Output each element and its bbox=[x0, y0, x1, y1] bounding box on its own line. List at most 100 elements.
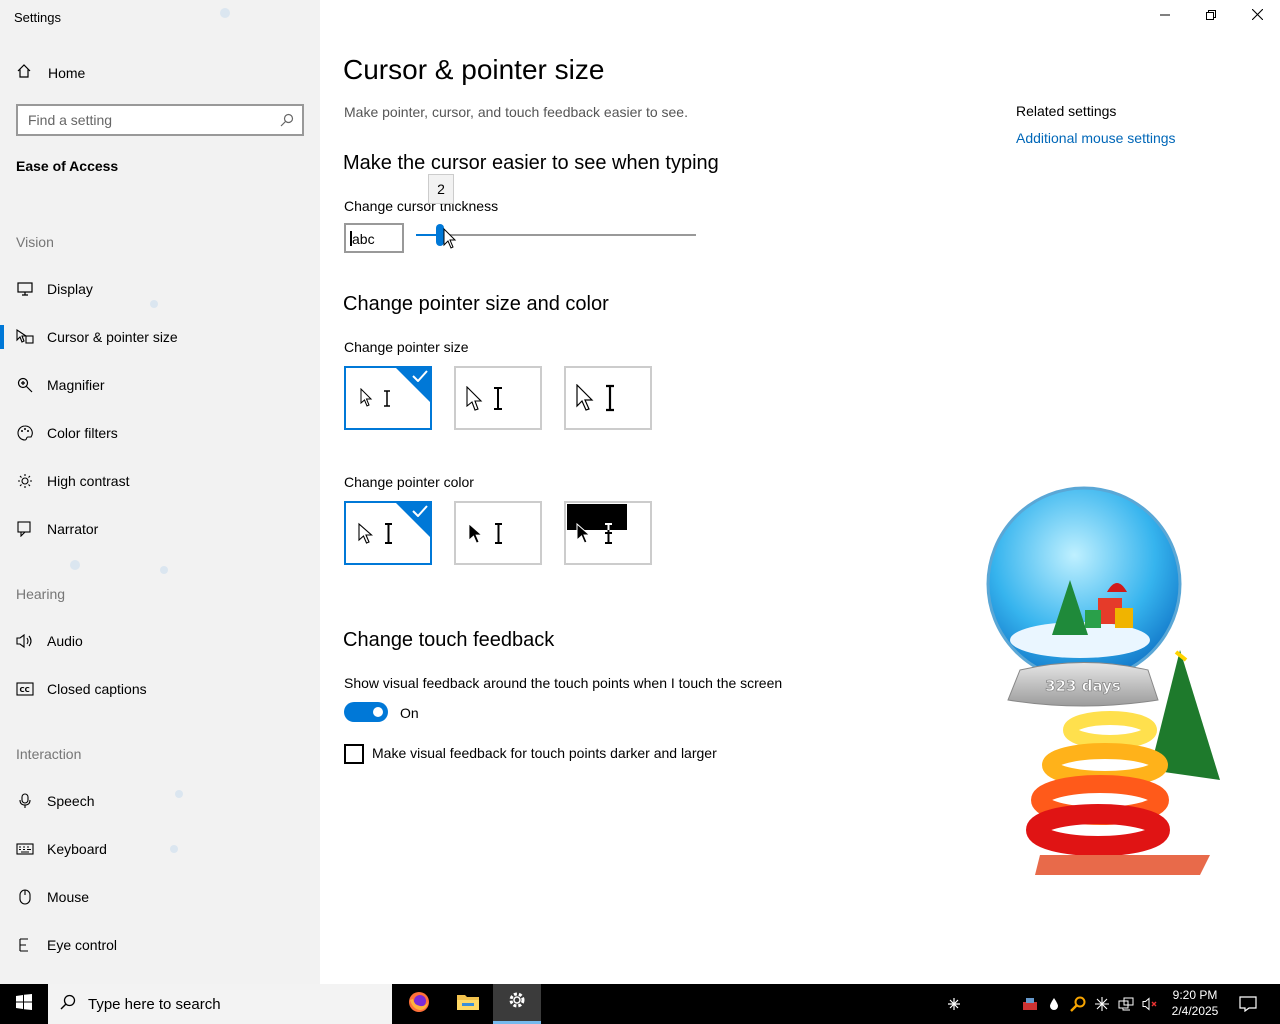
taskbar-settings[interactable] bbox=[493, 984, 541, 1024]
snowflake-tray-icon[interactable] bbox=[946, 996, 962, 1012]
white-pointer-icon bbox=[576, 384, 614, 412]
sidebar-item-label: High contrast bbox=[47, 473, 130, 489]
taskbar-clock[interactable]: 9:20 PM 2/4/2025 bbox=[1166, 987, 1224, 1019]
related-settings-heading: Related settings bbox=[1016, 103, 1117, 119]
sidebar-item-magnifier[interactable]: Magnifier bbox=[0, 367, 320, 403]
close-icon bbox=[1251, 7, 1263, 25]
sparkle-tray-icon[interactable] bbox=[1094, 996, 1110, 1012]
eye-icon bbox=[16, 936, 34, 954]
sidebar-item-display[interactable]: Display bbox=[0, 271, 320, 307]
cc-icon: CC bbox=[16, 680, 34, 698]
pointer-color-option-inverted[interactable] bbox=[564, 501, 652, 565]
page-title: Cursor & pointer size bbox=[343, 54, 605, 85]
close-button[interactable] bbox=[1234, 0, 1280, 32]
touch-feedback-toggle[interactable] bbox=[344, 702, 388, 722]
clock-time: 9:20 PM bbox=[1172, 988, 1218, 1002]
sidebar-item-label: Mouse bbox=[47, 889, 90, 905]
microphone-icon bbox=[16, 792, 34, 810]
home-button[interactable]: Home bbox=[16, 62, 85, 84]
toggle-state-label: On bbox=[400, 705, 419, 721]
monitor-icon bbox=[16, 280, 34, 298]
sidebar-item-mouse[interactable]: Mouse bbox=[0, 879, 320, 915]
thickness-label: Change cursor thickness bbox=[344, 198, 499, 214]
find-setting-search bbox=[16, 104, 304, 136]
group-label-vision: Vision bbox=[16, 234, 54, 250]
network-icon[interactable] bbox=[1118, 996, 1134, 1012]
restore-icon bbox=[1206, 7, 1216, 25]
pointer-color-option-white[interactable] bbox=[344, 501, 432, 565]
sidebar-item-speech[interactable]: Speech bbox=[0, 783, 320, 819]
group-label-interaction: Interaction bbox=[16, 746, 82, 762]
sidebar-item-high-contrast[interactable]: High contrast bbox=[0, 463, 320, 499]
taskbar-firefox[interactable] bbox=[395, 984, 443, 1024]
snowflake-decoration bbox=[170, 845, 178, 853]
checkbox-label: Make visual feedback for touch points da… bbox=[372, 745, 717, 761]
sidebar-item-eye-control[interactable]: Eye control bbox=[0, 927, 320, 963]
sidebar-item-label: Cursor & pointer size bbox=[47, 329, 178, 345]
section-title: Ease of Access bbox=[16, 158, 119, 174]
snowflake-decoration bbox=[70, 560, 80, 570]
group-label-hearing: Hearing bbox=[16, 586, 66, 602]
clock-date: 2/4/2025 bbox=[1171, 1004, 1219, 1018]
snowflake-decoration bbox=[160, 566, 168, 574]
search-icon[interactable] bbox=[280, 113, 294, 132]
sidebar-item-label: Keyboard bbox=[47, 841, 107, 857]
sidebar-item-keyboard[interactable]: Keyboard bbox=[0, 831, 320, 867]
sidebar-item-label: Audio bbox=[47, 633, 83, 649]
sidebar-item-label: Magnifier bbox=[47, 377, 105, 393]
restore-button[interactable] bbox=[1188, 0, 1234, 32]
pointer-size-label: Change pointer size bbox=[344, 339, 469, 355]
taskbar-search-placeholder: Type here to search bbox=[88, 995, 221, 1013]
cursor-thickness-preview: abc bbox=[344, 223, 404, 253]
cursor-thickness-slider[interactable] bbox=[416, 224, 696, 248]
pointer-size-option-small[interactable] bbox=[344, 366, 432, 430]
pointer-color-option-black[interactable] bbox=[454, 501, 542, 565]
windows-logo-icon bbox=[15, 993, 33, 1016]
brightness-icon bbox=[16, 472, 34, 490]
minimize-button[interactable] bbox=[1142, 0, 1188, 32]
taskbar: Type here to search 9:20 PM 2/4/2025 bbox=[0, 984, 1280, 1024]
sidebar-item-label: Display bbox=[47, 281, 93, 297]
cursor-pointer-icon bbox=[16, 328, 34, 346]
taskbar-file-explorer[interactable] bbox=[444, 984, 492, 1024]
sidebar-item-label: Narrator bbox=[47, 521, 99, 537]
inverted-pointer-icon bbox=[576, 522, 612, 544]
search-input[interactable] bbox=[28, 112, 268, 128]
sidebar-item-closed-captions[interactable]: CC Closed captions bbox=[0, 671, 320, 707]
toggle-knob bbox=[373, 707, 383, 717]
pointer-color-label: Change pointer color bbox=[344, 474, 474, 490]
sidebar-item-narrator[interactable]: Narrator bbox=[0, 511, 320, 547]
slider-track bbox=[416, 234, 696, 236]
mouse-pointer-icon bbox=[443, 228, 457, 249]
droplet-tray-icon[interactable] bbox=[1046, 996, 1062, 1012]
snowflake-decoration bbox=[175, 790, 183, 798]
volume-muted-icon[interactable] bbox=[1142, 996, 1158, 1012]
black-pointer-icon bbox=[468, 523, 502, 544]
slider-value-tooltip: 2 bbox=[428, 174, 454, 204]
sidebar-item-cursor-pointer-size[interactable]: Cursor & pointer size bbox=[0, 319, 320, 355]
sidebar-item-color-filters[interactable]: Color filters bbox=[0, 415, 320, 451]
folder-icon bbox=[456, 992, 480, 1017]
sidebar-item-audio[interactable]: Audio bbox=[0, 623, 320, 659]
darker-larger-checkbox[interactable] bbox=[344, 744, 364, 764]
additional-mouse-settings-link[interactable]: Additional mouse settings bbox=[1016, 130, 1176, 146]
notification-center-button[interactable] bbox=[1239, 995, 1257, 1013]
search-icon bbox=[60, 994, 76, 1015]
checkmark-icon bbox=[412, 505, 428, 517]
tray-app-icon[interactable] bbox=[1022, 996, 1038, 1012]
minimize-icon bbox=[1160, 7, 1170, 25]
pointer-size-option-medium[interactable] bbox=[454, 366, 542, 430]
taskbar-search[interactable]: Type here to search bbox=[48, 984, 392, 1024]
gear-icon bbox=[507, 990, 527, 1015]
sidebar-item-label: Closed captions bbox=[47, 681, 147, 697]
preview-text: abc bbox=[352, 231, 375, 247]
start-button[interactable] bbox=[0, 984, 48, 1024]
home-label: Home bbox=[48, 65, 86, 81]
pointer-size-option-large[interactable] bbox=[564, 366, 652, 430]
snowflake-decoration bbox=[150, 300, 158, 308]
snow-globe-widget: 323 days bbox=[986, 486, 1220, 875]
search-tray-icon[interactable] bbox=[1070, 996, 1086, 1012]
speaker-icon bbox=[16, 632, 34, 650]
mouse-icon bbox=[16, 888, 34, 906]
sidebar-item-label: Speech bbox=[47, 793, 95, 809]
